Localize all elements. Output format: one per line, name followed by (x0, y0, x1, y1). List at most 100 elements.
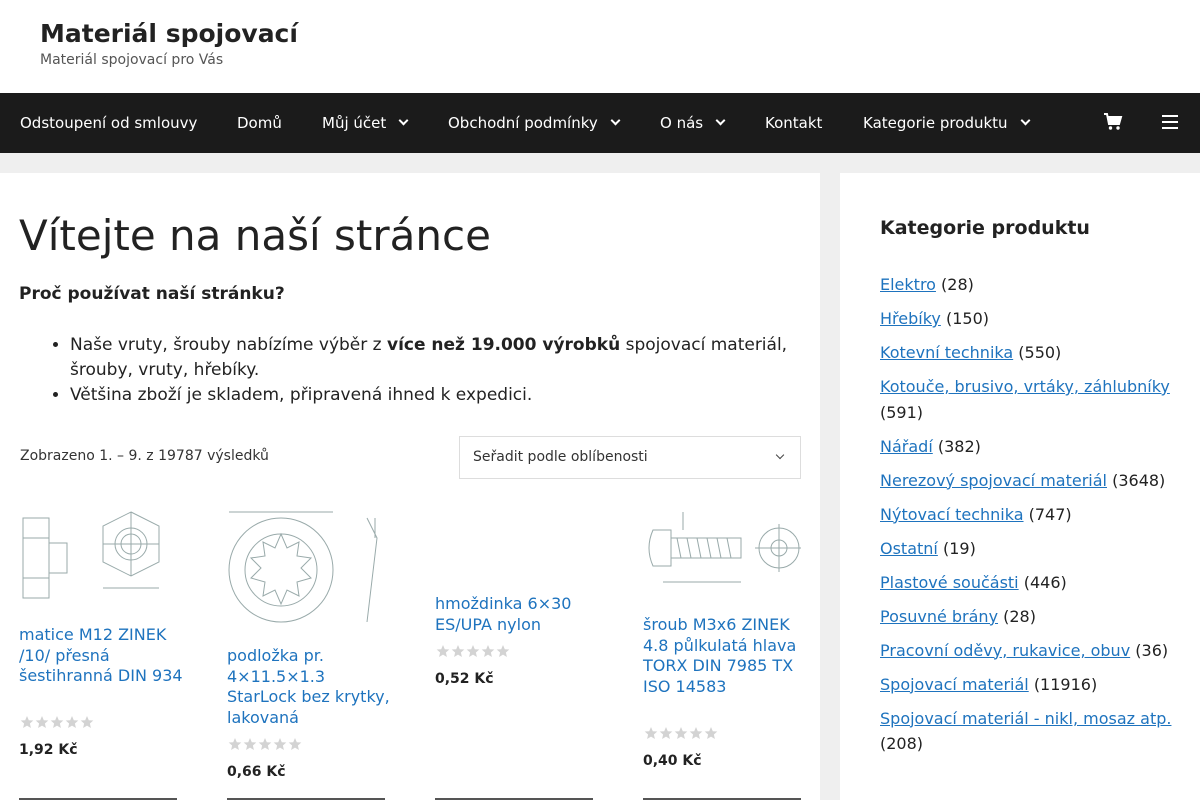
star-icon (273, 738, 287, 750)
star-icon (258, 738, 272, 750)
category-item: Spojovací materiál (11916) (880, 672, 1180, 698)
product-card[interactable]: podložka pr. 4×11.5×1.3 StarLock bez kry… (227, 508, 390, 800)
category-count: (208) (880, 734, 924, 753)
nav-item-label: Můj účet (322, 114, 387, 132)
category-count: (3648) (1112, 470, 1166, 490)
nav-item-muj-ucet[interactable]: Můj účet (322, 93, 409, 153)
product-price: 0,52 Kč (435, 671, 494, 687)
star-icon (496, 645, 510, 657)
site-title-link[interactable]: Materiál spojovací (40, 19, 298, 48)
product-name-link[interactable]: podložka pr. 4×11.5×1.3 StarLock bez kry… (227, 646, 392, 728)
nav-item-obchodni-podminky[interactable]: Obchodní podmínky (448, 93, 621, 153)
nav-item-kontakt[interactable]: Kontakt (765, 93, 822, 153)
star-icon (674, 727, 688, 739)
chevron-down-icon (1020, 115, 1030, 126)
chevron-down-icon (398, 115, 409, 126)
star-icon (704, 727, 718, 739)
category-item: Kotouče, brusivo, vrtáky, záhlubníky (59… (880, 374, 1180, 425)
nav-item-kategorie-produktu[interactable]: Kategorie produktu (863, 93, 1030, 153)
product-card[interactable]: šroub M3x6 ZINEK 4.8 půlkulatá hlava TOR… (643, 508, 801, 800)
product-card[interactable]: matice M12 ZINEK /10/ přesná šestihranná… (19, 508, 183, 800)
product-name-link[interactable]: matice M12 ZINEK /10/ přesná šestihranná… (19, 625, 184, 687)
category-count: (36) (1135, 640, 1169, 660)
category-item: Nerezový spojovací materiál (3648) (880, 468, 1180, 494)
nav-item-label: Kategorie produktu (863, 114, 1008, 132)
sort-select-value: Seřadit podle oblíbenosti (473, 449, 648, 465)
category-item: Ostatní (19) (880, 536, 1180, 562)
category-link[interactable]: Plastové součásti (880, 573, 1019, 592)
nav-item-odstoupeni[interactable]: Odstoupení od smlouvy (20, 93, 197, 153)
star-rating (436, 644, 510, 658)
category-link[interactable]: Pracovní oděvy, rukavice, obuv (880, 641, 1130, 660)
site-header: Materiál spojovací Materiál spojovací pr… (0, 0, 1200, 93)
sidebar-title: Kategorie produktu (880, 217, 1090, 239)
feature-highlight: více než 19.000 výrobků (386, 335, 621, 355)
category-item: Posuvné brány (28) (880, 604, 1180, 630)
category-count: (591) (880, 402, 924, 422)
nav-item-label: Kontakt (765, 114, 823, 132)
category-count: (19) (942, 538, 976, 558)
nav-item-label: O nás (660, 114, 704, 132)
category-link[interactable]: Posuvné brány (880, 607, 998, 626)
star-rating (228, 737, 302, 751)
category-link[interactable]: Elektro (880, 275, 936, 294)
cart-icon-graphic (1104, 113, 1123, 130)
site-description: Materiál spojovací pro Vás (40, 52, 224, 68)
category-item: Plastové součásti (446) (880, 570, 1180, 596)
product-price: 1,92 Kč (19, 742, 78, 758)
category-link[interactable]: Spojovací materiál - nikl, mosaz atp. (880, 709, 1171, 728)
feature-list: Naše vruty, šrouby nabízíme výběr z více… (50, 333, 795, 408)
nav-item-domu[interactable]: Domů (237, 93, 282, 153)
chevron-down-icon (715, 115, 726, 126)
category-count: (747) (1028, 504, 1072, 524)
chevron-down-icon (610, 115, 621, 126)
main-content: Vítejte na naší stránce Proč používat na… (0, 173, 820, 800)
category-link[interactable]: Nýtovací technika (880, 505, 1024, 524)
category-link[interactable]: Hřebíky (880, 309, 941, 328)
category-item: Nářadí (382) (880, 434, 1180, 460)
star-icon (65, 716, 79, 728)
nav-item-label: Odstoupení od smlouvy (20, 114, 198, 132)
category-item: Pracovní oděvy, rukavice, obuv (36) (880, 638, 1180, 664)
category-link[interactable]: Kotevní technika (880, 343, 1013, 362)
star-icon (689, 727, 703, 739)
category-count: (28) (941, 275, 974, 294)
cart-icon[interactable] (1103, 112, 1123, 132)
star-icon (20, 716, 34, 728)
category-item: Spojovací materiál - nikl, mosaz atp. (2… (880, 706, 1180, 757)
sort-select[interactable]: Seřadit podle oblíbenosti (459, 436, 801, 479)
star-icon (35, 716, 49, 728)
product-image-screw[interactable] (643, 508, 801, 590)
hamburger-menu-icon[interactable] (1162, 115, 1178, 129)
chevron-down-icon (775, 450, 785, 460)
star-icon (451, 645, 465, 657)
star-rating (644, 726, 718, 740)
category-link[interactable]: Nářadí (880, 437, 933, 456)
main-navigation: Odstoupení od smlouvy Domů Můj účet Obch… (0, 93, 1200, 153)
star-icon (436, 645, 450, 657)
star-icon (50, 716, 64, 728)
product-name-link[interactable]: šroub M3x6 ZINEK 4.8 půlkulatá hlava TOR… (643, 615, 808, 697)
product-image-nut[interactable] (19, 508, 177, 606)
feature-item: Naše vruty, šrouby nabízíme výběr z více… (70, 333, 795, 383)
category-count: (382) (937, 436, 981, 456)
product-card[interactable]: hmoždinka 6×30 ES/UPA nylon 0,52 Kč (435, 508, 593, 800)
category-link[interactable]: Kotouče, brusivo, vrtáky, záhlubníky (880, 377, 1170, 396)
category-link[interactable]: Spojovací materiál (880, 675, 1029, 694)
product-name-link[interactable]: hmoždinka 6×30 ES/UPA nylon (435, 594, 600, 635)
why-heading: Proč používat naší stránku? (19, 284, 285, 304)
category-link[interactable]: Ostatní (880, 539, 938, 558)
result-count: Zobrazeno 1. – 9. z 19787 výsledků (20, 448, 269, 464)
star-icon (243, 738, 257, 750)
product-image-washer[interactable] (227, 508, 385, 628)
category-count: (11916) (1033, 674, 1098, 694)
category-item: Kotevní technika (550) (880, 340, 1180, 366)
product-price: 0,40 Kč (643, 753, 702, 769)
category-link[interactable]: Nerezový spojovací materiál (880, 471, 1107, 490)
star-icon (466, 645, 480, 657)
category-count: (28) (1003, 606, 1036, 626)
product-price: 0,66 Kč (227, 764, 286, 780)
category-count: (150) (945, 309, 989, 328)
nav-item-o-nas[interactable]: O nás (660, 93, 726, 153)
star-icon (659, 727, 673, 739)
